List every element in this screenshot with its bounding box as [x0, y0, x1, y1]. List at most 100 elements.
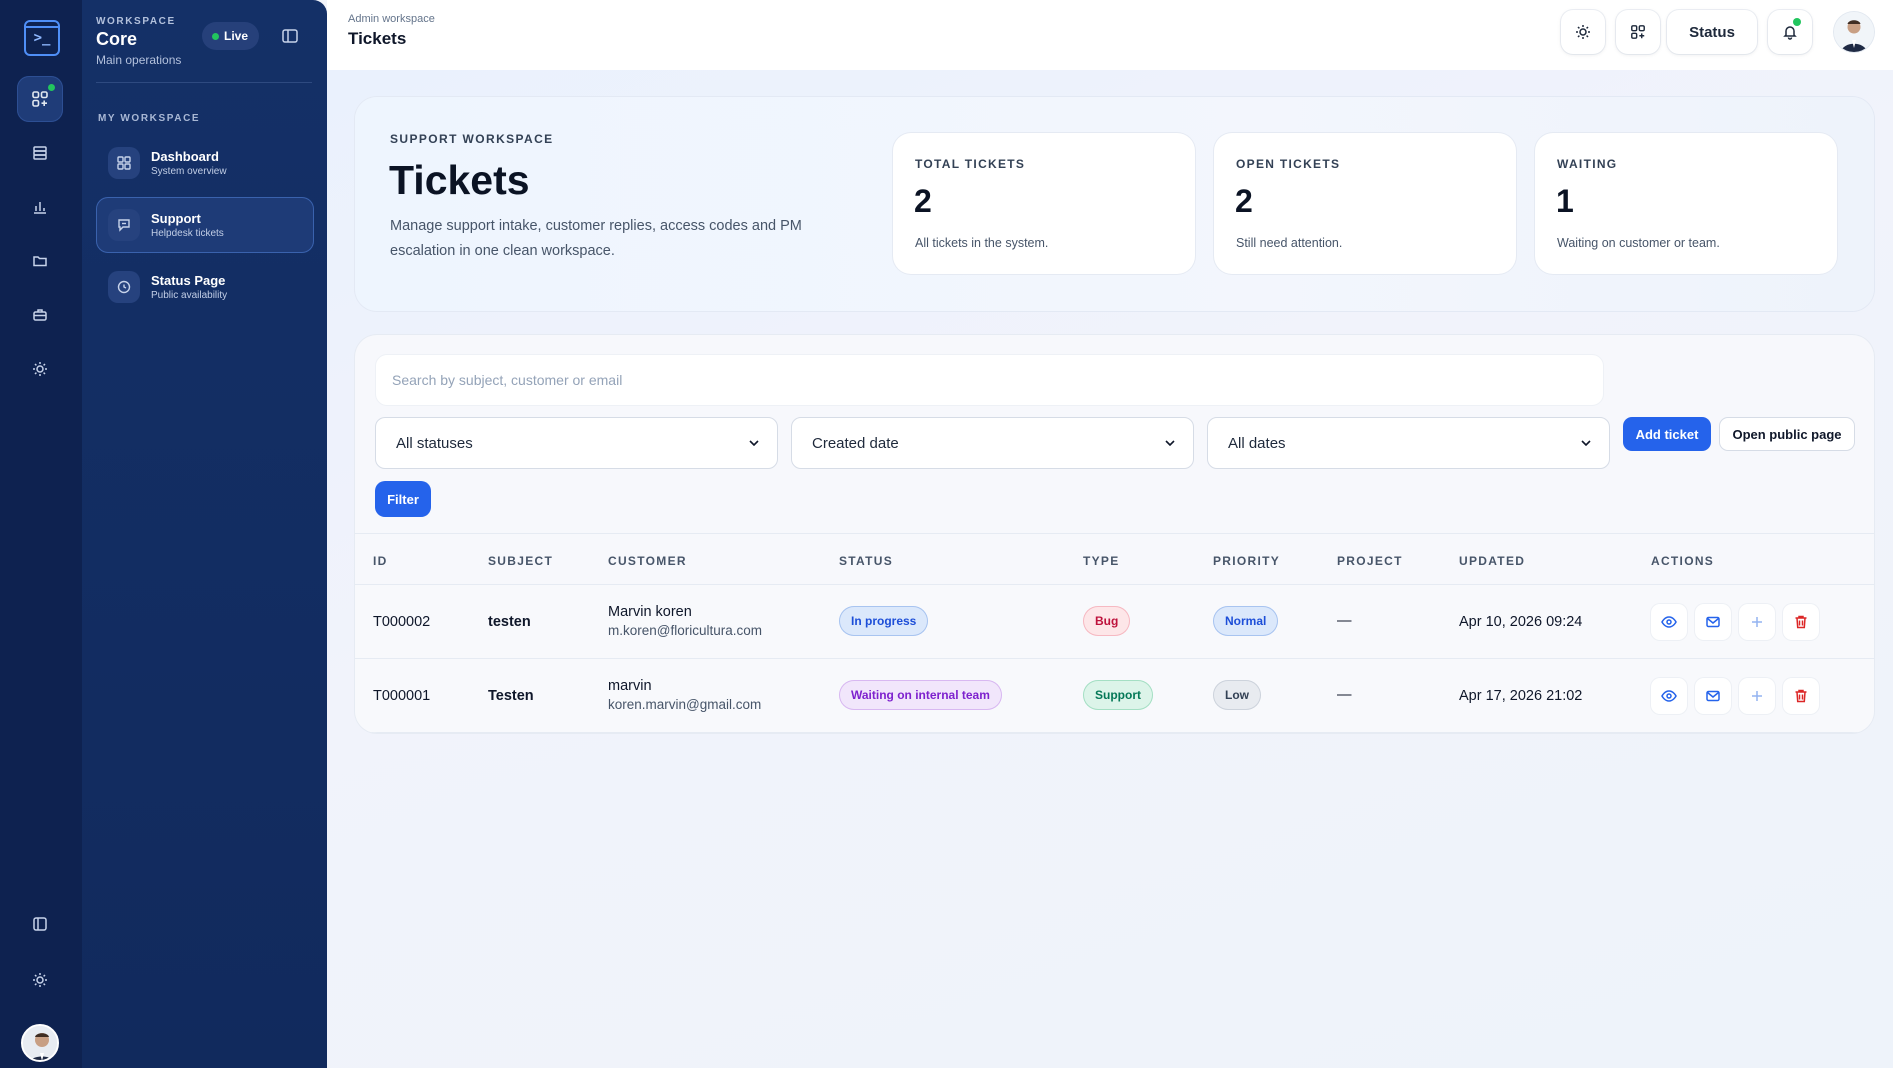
breadcrumb[interactable]: Admin workspace: [348, 13, 435, 25]
sidebar-toggle-icon[interactable]: [17, 901, 63, 947]
table-row[interactable]: T000001 Testen marvin koren.marvin@gmail…: [355, 659, 1874, 733]
sidebar-item-sub: Helpdesk tickets: [151, 228, 224, 239]
ticket-subject[interactable]: Testen: [488, 688, 534, 704]
stat-value: 2: [914, 183, 932, 219]
hero-description: Manage support intake, customer replies,…: [390, 218, 802, 259]
sidebar-item-status-page[interactable]: Status Page Public availability: [96, 259, 314, 315]
filter-button[interactable]: Filter: [375, 481, 431, 517]
avatar[interactable]: [21, 1024, 59, 1062]
priority-badge: Low: [1213, 680, 1261, 710]
select-value: Created date: [812, 434, 899, 452]
add-ticket-button[interactable]: Add ticket: [1623, 417, 1711, 451]
date-select[interactable]: All dates: [1207, 417, 1610, 469]
stat-value: 1: [1556, 183, 1574, 219]
project-value: —: [1337, 613, 1352, 629]
apps-icon[interactable]: [17, 76, 63, 122]
table-row[interactable]: T000002 testen Marvin koren m.koren@flor…: [355, 585, 1874, 659]
sidebar-item-label: Status Page: [151, 273, 226, 288]
topbar: Admin workspace Tickets Status: [327, 0, 1893, 70]
delete-ticket-button[interactable]: [1783, 604, 1819, 640]
status-badge: In progress: [839, 606, 929, 636]
avatar[interactable]: [1834, 12, 1874, 52]
sun-icon: [1576, 25, 1590, 39]
stat-label: WAITING: [1557, 157, 1618, 171]
search-input[interactable]: [375, 354, 1604, 406]
table-header: ID SUBJECT CUSTOMER STATUS TYPE PRIORITY…: [355, 533, 1874, 585]
column-header-type: TYPE: [1083, 554, 1120, 568]
eye-icon: [1661, 616, 1677, 628]
email-ticket-button[interactable]: [1695, 604, 1731, 640]
ticket-id: T000001: [373, 688, 431, 704]
stat-note: Still need attention.: [1236, 236, 1343, 250]
column-header-updated: UPDATED: [1459, 554, 1526, 568]
bell-icon: [1783, 26, 1797, 40]
notifications-button[interactable]: [1768, 10, 1812, 54]
column-header-actions: ACTIONS: [1651, 554, 1715, 568]
add-to-ticket-button[interactable]: [1739, 678, 1775, 714]
status-button[interactable]: Status: [1667, 10, 1757, 54]
trash-icon: [1795, 615, 1807, 629]
customer-name: Marvin koren: [608, 604, 692, 620]
priority-badge: Normal: [1213, 606, 1279, 636]
apps-button[interactable]: [1616, 10, 1660, 54]
add-to-ticket-button[interactable]: [1739, 604, 1775, 640]
mail-icon: [1706, 690, 1720, 702]
delete-ticket-button[interactable]: [1783, 678, 1819, 714]
workspace-subtitle: Main operations: [96, 53, 182, 67]
stat-card-total: TOTAL TICKETS 2 All tickets in the syste…: [893, 133, 1195, 274]
ticket-subject[interactable]: testen: [488, 614, 531, 630]
chart-icon[interactable]: [17, 184, 63, 230]
main-content: SUPPORT WORKSPACE Tickets Manage support…: [327, 70, 1893, 1068]
page-title: Tickets: [348, 29, 407, 48]
sidebar: WORKSPACE Core Main operations Live MY W…: [82, 0, 327, 1068]
workspace-name[interactable]: Core: [96, 29, 137, 50]
notification-dot: [1793, 18, 1801, 26]
live-badge: Live: [202, 22, 260, 50]
notification-dot: [48, 84, 55, 91]
apps-icon: [1631, 25, 1645, 39]
terminal-logo-icon[interactable]: >_: [24, 20, 60, 56]
server-icon[interactable]: [17, 130, 63, 176]
email-ticket-button[interactable]: [1695, 678, 1731, 714]
updated-date: Apr 10, 2026 09:24: [1459, 614, 1583, 630]
ticket-id: T000002: [373, 614, 431, 630]
icon-rail: >_: [0, 0, 82, 1068]
sort-select[interactable]: Created date: [791, 417, 1194, 469]
chevron-down-icon: [1581, 440, 1591, 446]
column-header-project: PROJECT: [1337, 554, 1403, 568]
stat-note: Waiting on customer or team.: [1557, 236, 1720, 250]
sidebar-item-dashboard[interactable]: Dashboard System overview: [96, 135, 314, 191]
type-badge: Bug: [1083, 606, 1131, 636]
folder-icon[interactable]: [17, 238, 63, 284]
chevron-down-icon: [749, 440, 759, 446]
section-label: MY WORKSPACE: [98, 113, 201, 124]
sidebar-item-support[interactable]: Support Helpdesk tickets: [96, 197, 314, 253]
grid-icon: [108, 147, 140, 179]
sun-icon[interactable]: [17, 957, 63, 1003]
view-ticket-button[interactable]: [1651, 678, 1687, 714]
chat-icon: [108, 209, 140, 241]
sun-icon[interactable]: [17, 346, 63, 392]
collapse-sidebar-icon[interactable]: [281, 27, 299, 45]
hero-card: SUPPORT WORKSPACE Tickets Manage support…: [355, 97, 1874, 311]
column-header-status: STATUS: [839, 554, 894, 568]
briefcase-icon[interactable]: [17, 292, 63, 338]
project-value: —: [1337, 687, 1352, 703]
sidebar-item-label: Support: [151, 211, 201, 226]
theme-toggle-button[interactable]: [1561, 10, 1605, 54]
column-header-id: ID: [373, 554, 388, 568]
status-badge: Waiting on internal team: [839, 680, 1002, 710]
type-badge: Support: [1083, 680, 1153, 710]
open-public-page-button[interactable]: Open public page: [1719, 417, 1855, 451]
stat-card-waiting: WAITING 1 Waiting on customer or team.: [1535, 133, 1837, 274]
sidebar-item-sub: System overview: [151, 166, 227, 177]
divider: [96, 82, 312, 83]
column-header-customer: CUSTOMER: [608, 554, 687, 568]
view-ticket-button[interactable]: [1651, 604, 1687, 640]
status-select[interactable]: All statuses: [375, 417, 778, 469]
stat-card-open: OPEN TICKETS 2 Still need attention.: [1214, 133, 1516, 274]
status-icon: [108, 271, 140, 303]
stat-label: TOTAL TICKETS: [915, 157, 1026, 171]
customer-email: koren.marvin@gmail.com: [608, 697, 762, 712]
hero-title: Tickets: [389, 157, 530, 203]
